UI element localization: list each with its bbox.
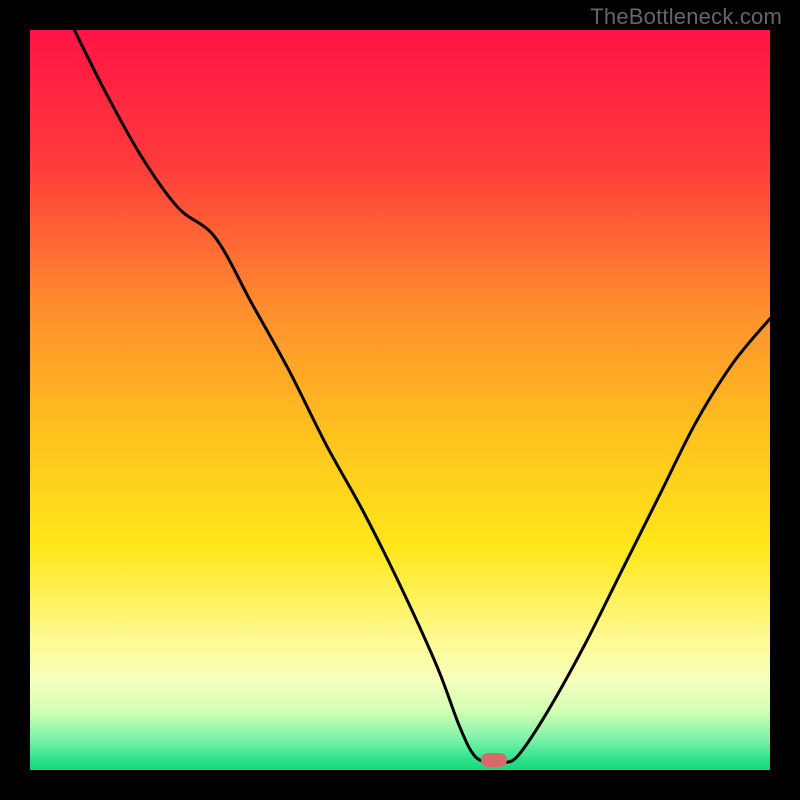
plot-area [30, 30, 770, 770]
gradient-background [30, 30, 770, 770]
gradient-rect [30, 30, 770, 770]
attribution-text: TheBottleneck.com [590, 4, 782, 30]
